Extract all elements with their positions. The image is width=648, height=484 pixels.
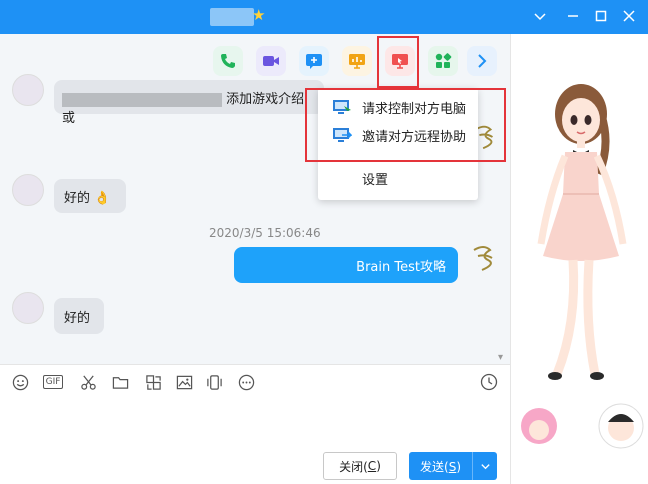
image-edit-button[interactable]: [143, 373, 163, 391]
apps-button[interactable]: [428, 46, 458, 76]
message-bubble[interactable]: 添加游戏介绍或: [54, 80, 324, 126]
redacted-text: [62, 92, 222, 107]
more-icon: [238, 374, 254, 390]
minimize-icon: [568, 15, 578, 17]
video-call-button[interactable]: [256, 46, 286, 76]
contact-avatar[interactable]: [12, 292, 44, 324]
message-input-area[interactable]: GIF 关闭(C) 发送(S): [0, 364, 510, 484]
maximize-button[interactable]: [591, 6, 611, 26]
more-options-button[interactable]: [236, 373, 256, 391]
shake-icon: [206, 374, 222, 390]
my-avatar[interactable]: [468, 242, 500, 274]
send-options-button[interactable]: [472, 452, 497, 480]
screen-share-icon: [349, 54, 365, 69]
apps-icon: [435, 53, 452, 68]
send-suffix: ): [456, 459, 461, 474]
screen-share-button[interactable]: [342, 46, 372, 76]
image-edit-icon: [145, 374, 161, 390]
gif-icon: GIF: [42, 375, 64, 389]
emoji-button[interactable]: [10, 373, 30, 391]
close-window-button[interactable]: [619, 6, 639, 26]
send-text: 发送(: [420, 459, 449, 474]
emoji-icon: [12, 374, 28, 390]
add-message-icon: [306, 54, 322, 69]
send-button-label: 发送(S): [409, 458, 472, 475]
close-icon: [623, 10, 635, 22]
send-button[interactable]: 发送(S): [409, 452, 497, 480]
more-arrow-icon: [478, 54, 487, 68]
signature-avatar-icon: [473, 246, 493, 271]
video-icon: [263, 56, 279, 66]
character-show-panel: [510, 34, 648, 484]
folder-icon: [112, 376, 128, 389]
message-text: 好的: [64, 311, 91, 326]
close-hotkey: C: [367, 459, 377, 473]
message-text: 好的: [64, 191, 91, 206]
send-file-button[interactable]: [110, 373, 130, 391]
more-tools-button[interactable]: [467, 46, 497, 76]
clock-icon: [480, 373, 498, 391]
scroll-down-icon[interactable]: ▾: [498, 352, 503, 363]
ok-hand-emoji: 👌: [94, 191, 111, 206]
phone-icon: [221, 54, 235, 68]
message-history-button[interactable]: [480, 373, 498, 391]
message-text: Brain Test攻略: [356, 260, 446, 275]
scissors-icon: [80, 375, 96, 390]
screenshot-button[interactable]: [78, 373, 98, 391]
title-bar: ★: [0, 0, 648, 34]
gif-button[interactable]: GIF: [41, 373, 65, 391]
maximize-icon: [595, 10, 607, 22]
chevron-down-icon: [534, 13, 546, 21]
message-timestamp: 2020/3/5 15:06:46: [209, 226, 321, 240]
close-button[interactable]: 关闭(C): [323, 452, 397, 480]
message-bubble[interactable]: 好的 👌: [54, 179, 126, 213]
send-image-button[interactable]: [174, 373, 194, 391]
contact-avatar[interactable]: [12, 74, 44, 106]
voice-call-button[interactable]: [213, 46, 243, 76]
close-button-label: 关闭(: [339, 459, 368, 474]
dress-up-character-image: [521, 84, 644, 449]
highlight-menu-options: [305, 88, 506, 162]
menu-item-settings[interactable]: 设置: [318, 164, 478, 192]
dropdown-button[interactable]: [530, 6, 550, 26]
shake-window-button[interactable]: [204, 373, 224, 391]
my-message-bubble[interactable]: Brain Test攻略: [234, 247, 458, 283]
vip-star-icon: ★: [252, 6, 266, 24]
close-button-suffix: ): [376, 459, 381, 473]
contact-name-redacted: [210, 8, 254, 26]
message-bubble[interactable]: 好的: [54, 298, 104, 334]
menu-item-label: 设置: [362, 172, 389, 188]
image-icon: [176, 375, 192, 389]
minimize-button[interactable]: [563, 6, 583, 26]
highlight-remote-button: [377, 36, 419, 88]
contact-avatar[interactable]: [12, 174, 44, 206]
add-message-button[interactable]: [299, 46, 329, 76]
chevron-down-icon: [480, 463, 490, 469]
